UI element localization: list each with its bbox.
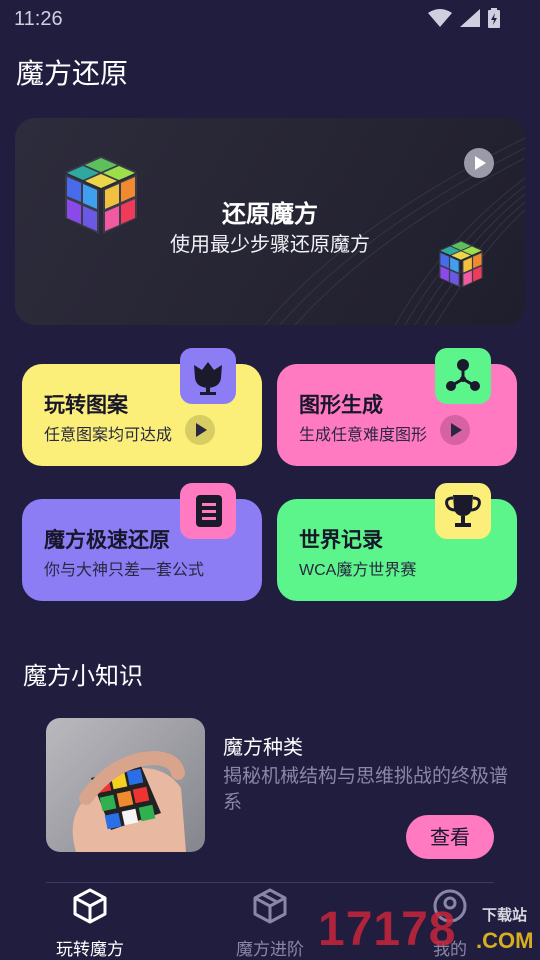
watermark-number: 17178 <box>318 903 457 956</box>
card-subtitle: 任意图案均可达成 <box>44 427 173 444</box>
battery-icon <box>488 8 500 28</box>
knowledge-title: 魔方种类 <box>223 737 303 759</box>
hero-banner[interactable]: 还原魔方 使用最少步骤还原魔方 <box>15 118 525 325</box>
page-title: 魔方还原 <box>16 58 129 89</box>
cube-icon <box>73 888 107 924</box>
nav-item-advanced[interactable]: 魔方进阶 <box>210 888 330 960</box>
status-icons <box>428 8 500 28</box>
nav-item-play-cube[interactable]: 玩转魔方 <box>30 888 150 960</box>
signal-icon <box>460 9 480 27</box>
card-subtitle: WCA魔方世界赛 <box>299 562 417 579</box>
watermark-logo: 17178 下载站 .COM <box>318 898 538 958</box>
nav-divider <box>46 882 494 883</box>
card-subtitle: 你与大神只差一套公式 <box>44 562 205 579</box>
nav-label: 玩转魔方 <box>56 940 124 959</box>
card-title: 玩转图案 <box>44 394 128 417</box>
knowledge-image[interactable] <box>46 718 205 852</box>
play-icon[interactable] <box>440 415 470 445</box>
play-icon[interactable] <box>185 415 215 445</box>
card-title: 世界记录 <box>299 529 383 552</box>
hero-subtitle: 使用最少步骤还原魔方 <box>170 234 370 256</box>
cube-outline-icon <box>253 888 287 924</box>
status-time: 11:26 <box>14 8 63 30</box>
trophy-icon <box>435 483 491 539</box>
wifi-icon <box>428 9 452 27</box>
network-icon <box>435 348 491 404</box>
watermark-com: .COM <box>476 928 534 953</box>
knowledge-description: 揭秘机械结构与思维挑战的终极谱系 <box>223 766 509 813</box>
nav-label: 魔方进阶 <box>236 940 304 959</box>
card-title: 魔方极速还原 <box>44 529 170 552</box>
section-title: 魔方小知识 <box>23 663 143 690</box>
card-title: 图形生成 <box>299 394 383 417</box>
book-icon <box>180 483 236 539</box>
flower-icon <box>180 348 236 404</box>
play-icon[interactable] <box>464 148 494 178</box>
watermark-cn: 下载站 <box>482 907 528 924</box>
hero-title: 还原魔方 <box>222 201 318 228</box>
view-button[interactable]: 查看 <box>406 815 494 859</box>
card-subtitle: 生成任意难度图形 <box>299 427 428 444</box>
